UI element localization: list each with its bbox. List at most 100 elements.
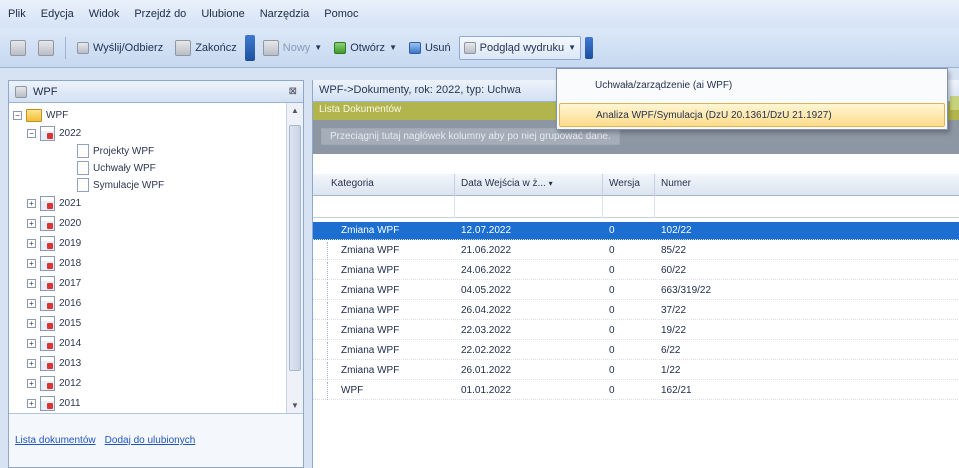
tree-item-year[interactable]: +2021 (27, 195, 81, 211)
cell-data: 24.06.2022 (461, 265, 512, 276)
filter-numer[interactable] (655, 196, 959, 218)
cell-numer: 162/21 (661, 385, 692, 396)
calendar-icon (40, 195, 55, 211)
tree-scrollbar[interactable]: ▲ ▼ (286, 103, 303, 413)
expand-icon[interactable]: + (27, 338, 36, 348)
table-row[interactable]: Zmiana WPF 26.04.2022 0 37/22 (313, 302, 959, 320)
expand-icon[interactable]: + (27, 218, 36, 228)
tree-item-uchwaly[interactable]: Uchwały WPF (77, 160, 156, 176)
table-row[interactable]: Zmiana WPF 12.07.2022 0 102/22 (313, 222, 959, 240)
table-row[interactable]: Zmiana WPF 24.06.2022 0 60/22 (313, 262, 959, 280)
tree-item-root[interactable]: − WPF (13, 107, 68, 123)
cell-numer: 102/22 (661, 225, 692, 236)
tree-item-year[interactable]: +2011 (27, 395, 81, 411)
expand-icon[interactable]: + (27, 318, 36, 328)
tree-item-year[interactable]: +2015 (27, 315, 81, 331)
cell-numer: 1/22 (661, 365, 681, 376)
documents-list-link[interactable]: Lista dokumentów (15, 435, 96, 446)
expand-icon[interactable]: + (27, 238, 36, 248)
column-data[interactable]: Data Wejścia w ż... ▾ (455, 174, 603, 196)
document-icon (77, 161, 89, 175)
chevron-down-icon: ▼ (389, 43, 397, 52)
menu-ulubione[interactable]: Ulubione (201, 8, 244, 20)
menu-pomoc[interactable]: Pomoc (324, 8, 358, 20)
send-receive-button[interactable]: Wyślij/Odbierz (73, 36, 167, 60)
group-by-hint: Przeciągnij tutaj nagłówek kolumny aby p… (321, 128, 620, 145)
toolbar-grip-end[interactable] (584, 36, 593, 59)
menu-edycja[interactable]: Edycja (41, 8, 74, 20)
cell-data: 22.02.2022 (461, 345, 512, 356)
scrollbar-thumb[interactable] (289, 125, 301, 371)
tree-item-year[interactable]: +2020 (27, 215, 81, 231)
column-wersja[interactable]: Wersja (603, 174, 655, 196)
back-button[interactable] (6, 36, 30, 60)
open-icon (334, 41, 347, 54)
menu-plik[interactable]: Plik (8, 8, 26, 20)
view-button[interactable] (34, 36, 58, 60)
table-row[interactable]: Zmiana WPF 22.03.2022 0 19/22 (313, 322, 959, 340)
tree-item-year[interactable]: +2012 (27, 375, 81, 391)
calendar-icon (40, 215, 55, 231)
expand-icon[interactable]: + (27, 198, 36, 208)
scroll-up-icon[interactable]: ▲ (291, 106, 299, 115)
expand-icon[interactable]: + (27, 358, 36, 368)
add-to-favorites-link[interactable]: Dodaj do ulubionych (105, 435, 196, 446)
expand-icon[interactable]: + (27, 258, 36, 268)
cell-data: 26.04.2022 (461, 305, 512, 316)
left-panel-footer: Lista dokumentów Dodaj do ulubionych (9, 413, 303, 467)
tree-item-year[interactable]: +2016 (27, 295, 81, 311)
table-row[interactable]: Zmiana WPF 22.02.2022 0 6/22 (313, 342, 959, 360)
table-row[interactable]: Zmiana WPF 21.06.2022 0 85/22 (313, 242, 959, 260)
cell-kategoria: WPF (341, 385, 364, 396)
menu-item-analiza[interactable]: Analiza WPF/Symulacja (DzU 20.1361/DzU 2… (559, 103, 945, 127)
tree-item-symulacje[interactable]: Symulacje WPF (77, 177, 164, 193)
print-preview-button[interactable]: Podgląd wydruku ▼ (458, 35, 581, 60)
open-button[interactable]: Otwórz ▼ (330, 36, 401, 60)
tree-item-year[interactable]: +2018 (27, 255, 81, 271)
collapse-icon[interactable]: − (13, 110, 22, 120)
cell-kategoria: Zmiana WPF (341, 305, 400, 316)
scroll-down-icon[interactable]: ▼ (291, 401, 299, 410)
expand-icon[interactable]: + (27, 398, 36, 408)
table-row[interactable]: Zmiana WPF 26.01.2022 0 1/22 (313, 362, 959, 380)
document-icon (77, 144, 89, 158)
tree-item-year[interactable]: +2019 (27, 235, 81, 251)
table-row[interactable]: WPF 01.01.2022 0 162/21 (313, 382, 959, 400)
table-row[interactable]: Zmiana WPF 04.05.2022 0 663/319/22 (313, 282, 959, 300)
tree-item-year[interactable]: +2014 (27, 335, 81, 351)
expand-icon[interactable]: + (27, 278, 36, 288)
print-preview-dropdown: Uchwała/zarządzenie (ai WPF) Analiza WPF… (556, 68, 948, 130)
menu-przejdz-do[interactable]: Przejdź do (134, 8, 186, 20)
cell-numer: 60/22 (661, 265, 687, 276)
menu-widok[interactable]: Widok (89, 8, 120, 20)
cell-wersja: 0 (609, 345, 615, 356)
cell-kategoria: Zmiana WPF (341, 265, 400, 276)
column-kategoria[interactable]: Kategoria (313, 174, 455, 196)
tree-item-projekty[interactable]: Projekty WPF (77, 143, 154, 159)
toolbar: Wyślij/Odbierz Zakończ Nowy ▼ Otwórz ▼ Usu… (0, 28, 959, 68)
expand-icon[interactable]: + (27, 298, 36, 308)
cell-numer: 37/22 (661, 305, 687, 316)
filter-data[interactable] (455, 196, 603, 218)
filter-kategoria[interactable] (313, 196, 455, 218)
filter-wersja[interactable] (603, 196, 655, 218)
document-icon (77, 178, 89, 192)
tree-item-year[interactable]: +2017 (27, 275, 81, 291)
tree-item-label: 2019 (59, 237, 82, 249)
menu-item-uchwala[interactable]: Uchwała/zarządzenie (ai WPF) (559, 74, 945, 98)
delete-button[interactable]: Usuń (405, 36, 455, 60)
tree-item-year[interactable]: +2013 (27, 355, 81, 371)
collapse-icon[interactable]: − (27, 128, 36, 138)
pin-icon[interactable]: ⊠ (289, 86, 297, 97)
new-button[interactable]: Nowy ▼ (259, 36, 326, 60)
tree-item-label: 2022 (59, 127, 82, 139)
tree-item-label: Symulacje WPF (93, 179, 165, 191)
cell-wersja: 0 (609, 285, 615, 296)
finish-button[interactable]: Zakończ (171, 36, 241, 60)
tree-item-year-2022[interactable]: − 2022 (27, 125, 81, 141)
column-numer[interactable]: Numer (655, 174, 959, 196)
expand-icon[interactable]: + (27, 378, 36, 388)
menu-narzedzia[interactable]: Narzędzia (260, 8, 310, 20)
tree-item-label: WPF (46, 109, 69, 121)
toolbar-grip[interactable] (244, 34, 255, 61)
